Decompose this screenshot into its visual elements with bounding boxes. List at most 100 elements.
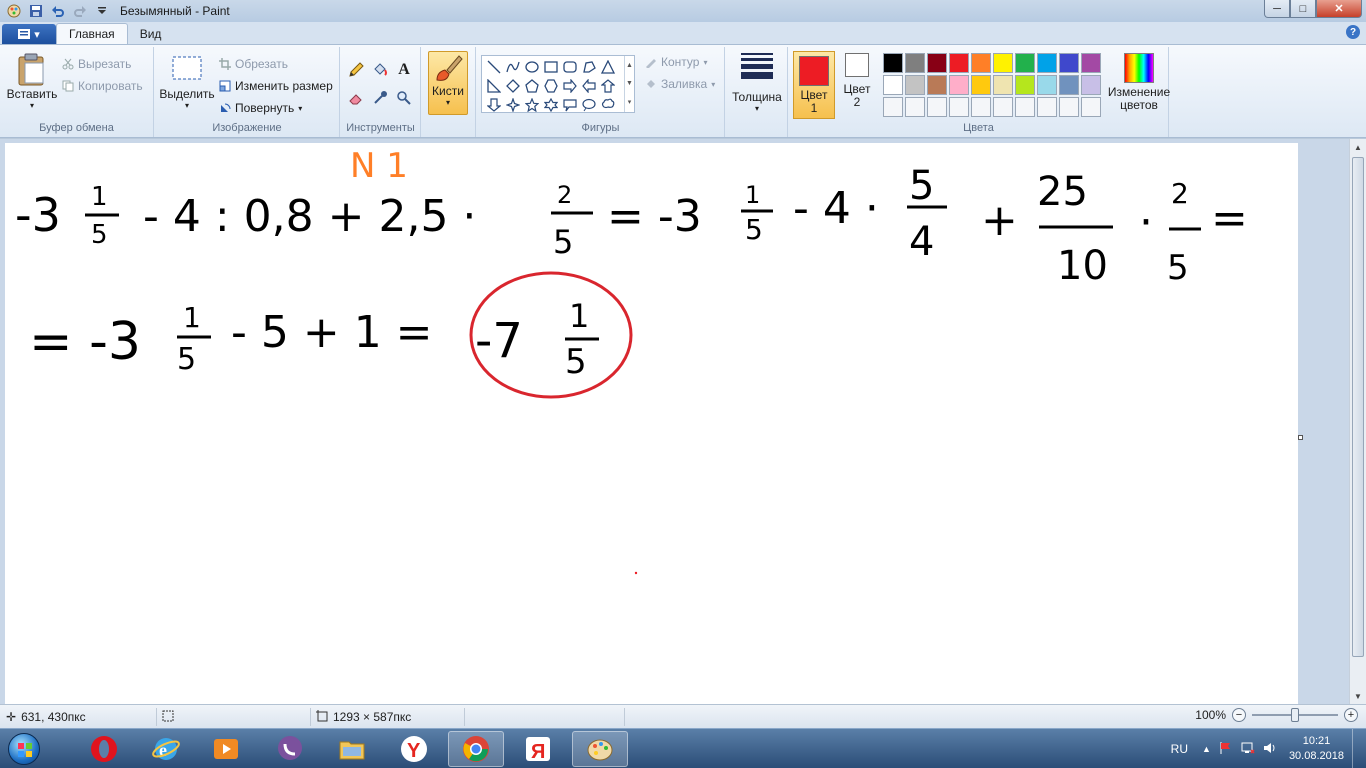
zoom-slider[interactable] — [1252, 708, 1338, 722]
zoom-slider-thumb[interactable] — [1291, 708, 1299, 722]
polygon-shape-icon[interactable] — [579, 58, 598, 76]
minimize-button[interactable]: ─ — [1264, 0, 1290, 18]
palette-swatch[interactable] — [971, 53, 991, 73]
fill-bucket-icon[interactable] — [369, 59, 391, 81]
palette-swatch[interactable] — [949, 75, 969, 95]
down-arrow-shape-icon[interactable] — [484, 96, 503, 114]
taskbar-yandex[interactable]: Я — [510, 731, 566, 767]
curve-shape-icon[interactable] — [503, 58, 522, 76]
show-desktop-button[interactable] — [1352, 729, 1366, 768]
volume-icon[interactable] — [1263, 741, 1277, 758]
outline-button[interactable]: Контур ▾ — [645, 55, 707, 69]
rotate-button[interactable]: Повернуть ▾ — [219, 101, 302, 115]
rectangle-shape-icon[interactable] — [541, 58, 560, 76]
file-menu-button[interactable]: ▾ — [2, 24, 56, 44]
hexagon-shape-icon[interactable] — [541, 77, 560, 95]
palette-swatch[interactable] — [927, 53, 947, 73]
right-arrow-shape-icon[interactable] — [560, 77, 579, 95]
scroll-down-icon[interactable]: ▼ — [626, 80, 633, 87]
copy-button[interactable]: Копировать — [62, 79, 143, 93]
eraser-icon[interactable] — [345, 87, 367, 109]
palette-swatch[interactable] — [1059, 53, 1079, 73]
undo-icon[interactable] — [48, 2, 68, 20]
oval-callout-shape-icon[interactable] — [579, 96, 598, 114]
zoom-out-button[interactable]: − — [1232, 708, 1246, 722]
palette-swatch[interactable] — [1015, 75, 1035, 95]
paint-app-icon[interactable] — [4, 2, 24, 20]
palette-swatch[interactable] — [905, 75, 925, 95]
taskbar-internet-explorer[interactable]: e — [138, 731, 194, 767]
taskbar-explorer[interactable] — [324, 731, 380, 767]
expand-gallery-icon[interactable]: ▾ — [628, 98, 632, 106]
palette-swatch[interactable] — [1015, 97, 1035, 117]
palette-swatch[interactable] — [1059, 97, 1079, 117]
palette-swatch[interactable] — [905, 53, 925, 73]
six-point-star-shape-icon[interactable] — [541, 96, 560, 114]
palette-swatch[interactable] — [883, 53, 903, 73]
color2-button[interactable]: Цвет 2 — [839, 53, 875, 109]
scroll-down-icon[interactable]: ▼ — [1350, 688, 1366, 704]
taskbar-yandex-browser[interactable]: Y — [386, 731, 442, 767]
palette-swatch[interactable] — [949, 97, 969, 117]
palette-swatch[interactable] — [1037, 97, 1057, 117]
palette-swatch[interactable] — [1015, 53, 1035, 73]
tab-home[interactable]: Главная — [56, 23, 128, 44]
shapes-scrollbar[interactable]: ▲ ▼ ▾ — [624, 56, 634, 112]
help-icon[interactable]: ? — [1346, 25, 1360, 39]
palette-swatch[interactable] — [993, 75, 1013, 95]
canvas-resize-handle[interactable] — [1298, 435, 1303, 440]
palette-swatch[interactable] — [993, 97, 1013, 117]
show-hidden-icons-icon[interactable]: ▲ — [1202, 744, 1211, 754]
left-arrow-shape-icon[interactable] — [579, 77, 598, 95]
save-icon[interactable] — [26, 2, 46, 20]
edit-colors-button[interactable]: Изменение цветов — [1107, 53, 1171, 112]
action-center-flag-icon[interactable] — [1219, 741, 1233, 758]
customize-quick-access-icon[interactable] — [92, 2, 112, 20]
taskbar-paint[interactable] — [572, 731, 628, 767]
palette-swatch[interactable] — [1059, 75, 1079, 95]
right-triangle-shape-icon[interactable] — [484, 77, 503, 95]
up-arrow-shape-icon[interactable] — [598, 77, 617, 95]
zoom-in-button[interactable]: + — [1344, 708, 1358, 722]
select-button[interactable]: Выделить ▾ — [159, 55, 215, 110]
rounded-rectangle-shape-icon[interactable] — [560, 58, 579, 76]
scroll-up-icon[interactable]: ▲ — [626, 62, 633, 69]
taskbar-media-player[interactable] — [198, 731, 254, 767]
palette-swatch[interactable] — [1037, 75, 1057, 95]
rectangular-callout-shape-icon[interactable] — [560, 96, 579, 114]
cut-button[interactable]: Вырезать — [62, 57, 131, 71]
clock[interactable]: 10:21 30.08.2018 — [1289, 734, 1344, 764]
pencil-icon[interactable] — [345, 59, 367, 81]
palette-swatch[interactable] — [883, 75, 903, 95]
scrollbar-thumb[interactable] — [1352, 157, 1364, 657]
vertical-scrollbar[interactable]: ▲ ▼ — [1349, 139, 1366, 704]
four-point-star-shape-icon[interactable] — [503, 96, 522, 114]
diamond-shape-icon[interactable] — [503, 77, 522, 95]
palette-swatch[interactable] — [1081, 97, 1101, 117]
close-button[interactable]: ✕ — [1316, 0, 1362, 18]
start-button[interactable] — [4, 730, 44, 768]
scroll-up-icon[interactable]: ▲ — [1350, 139, 1366, 155]
taskbar-chrome[interactable] — [448, 731, 504, 767]
taskbar-opera[interactable] — [76, 731, 132, 767]
pentagon-shape-icon[interactable] — [522, 77, 541, 95]
palette-swatch[interactable] — [949, 53, 969, 73]
palette-swatch[interactable] — [1081, 75, 1101, 95]
oval-shape-icon[interactable] — [522, 58, 541, 76]
palette-swatch[interactable] — [927, 97, 947, 117]
redo-icon[interactable] — [70, 2, 90, 20]
color1-button[interactable]: Цвет 1 — [793, 51, 835, 119]
tab-view[interactable]: Вид — [128, 23, 174, 44]
triangle-shape-icon[interactable] — [598, 58, 617, 76]
drawing-canvas[interactable]: N 1 -3 1 5 - 4 : 0,8 + 2,5 · 2 5 = -3 1 … — [5, 143, 1298, 704]
magnifier-icon[interactable] — [393, 87, 415, 109]
palette-swatch[interactable] — [971, 97, 991, 117]
text-tool-icon[interactable]: A — [393, 59, 415, 81]
palette-swatch[interactable] — [883, 97, 903, 117]
fill-button[interactable]: Заливка ▾ — [645, 77, 715, 91]
crop-button[interactable]: Обрезать — [219, 57, 288, 71]
palette-swatch[interactable] — [1037, 53, 1057, 73]
maximize-button[interactable]: □ — [1290, 0, 1316, 18]
palette-swatch[interactable] — [905, 97, 925, 117]
resize-button[interactable]: Изменить размер — [219, 79, 333, 93]
